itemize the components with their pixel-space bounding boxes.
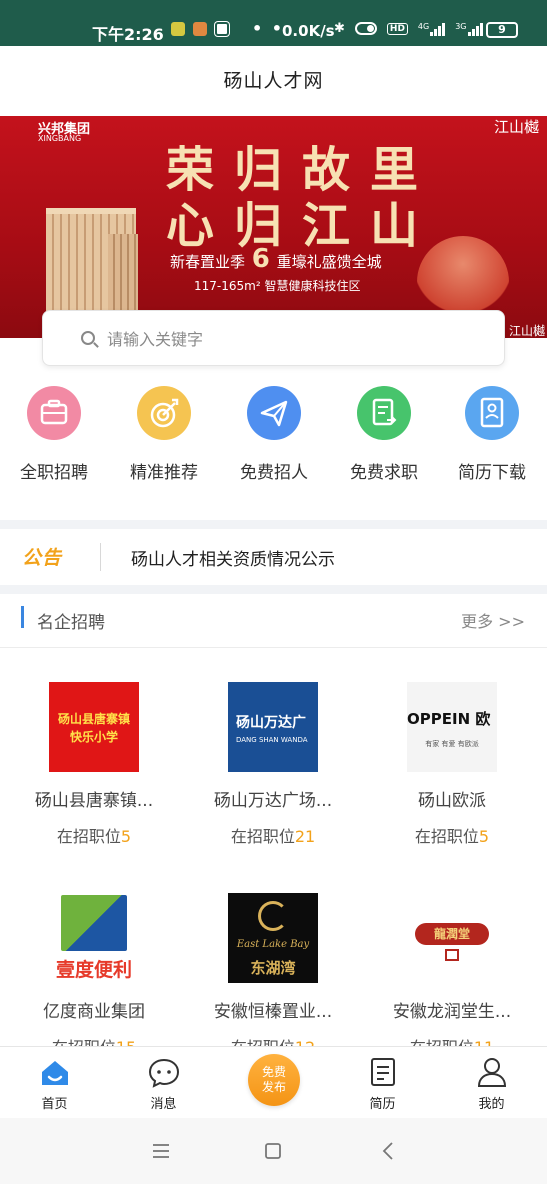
more-link[interactable]: 更多 >> bbox=[461, 608, 525, 632]
chat-bubble-icon bbox=[148, 1058, 179, 1088]
publish-button[interactable]: 免费 发布 bbox=[248, 1054, 300, 1106]
promo-banner[interactable]: 兴邦集团 XINGBANG 江山樾 荣归故里 心归江山 新春置业季 6 重壕礼盛… bbox=[0, 116, 547, 338]
company-jobs: 在招职位21 bbox=[230, 827, 316, 846]
tab-messages[interactable]: 消息 bbox=[109, 1047, 218, 1119]
banner-promo: 新春置业季 6 重壕礼盛馈全城 bbox=[170, 244, 382, 274]
status-notification-icons bbox=[171, 22, 229, 36]
company-name: 安徽龙润堂生... bbox=[392, 1002, 512, 1022]
tab-profile[interactable]: 我的 bbox=[437, 1047, 546, 1119]
document-edit-icon bbox=[357, 386, 411, 440]
tab-label: 简历 bbox=[369, 1097, 396, 1112]
app-header: 砀山人才网 bbox=[0, 46, 547, 116]
divider bbox=[100, 543, 101, 571]
paper-plane-icon bbox=[247, 386, 301, 440]
home-icon bbox=[41, 1061, 68, 1085]
company-jobs: 在招职位5 bbox=[414, 827, 490, 846]
section-accent-bar bbox=[21, 606, 24, 628]
company-name: 砀山欧派 bbox=[418, 791, 486, 811]
page-title: 砀山人才网 bbox=[223, 70, 324, 92]
company-card[interactable]: East Lake Bay 东湖湾 安徽恒榛置业... 在招职位12 bbox=[183, 893, 363, 1058]
status-bar: 下午2:26 • • 0.0K/s ✱ HD 4G 3G 9 bbox=[0, 0, 547, 46]
vibrate-icon bbox=[354, 22, 377, 35]
announcement-tag: 公告 bbox=[22, 547, 63, 569]
quick-nav-jobseek[interactable]: 免费求职 bbox=[334, 386, 434, 483]
quick-nav-label: 简历下载 bbox=[458, 463, 526, 483]
company-name: 安徽恒榛置业... bbox=[213, 1002, 333, 1022]
banner-brand-right: 江山樾 bbox=[493, 118, 539, 136]
quick-nav-label: 全职招聘 bbox=[20, 463, 88, 483]
quick-nav-fulltime[interactable]: 全职招聘 bbox=[4, 386, 104, 483]
company-card[interactable]: OPPEIN 欧 有家 有爱 有欧派 砀山欧派 在招职位5 bbox=[362, 682, 542, 847]
tab-label: 我的 bbox=[478, 1097, 505, 1112]
back-icon[interactable] bbox=[378, 1140, 400, 1162]
quick-nav: 全职招聘 精准推荐 免费招人 免费求职 简历下载 bbox=[0, 386, 547, 496]
target-icon bbox=[137, 386, 191, 440]
company-name: 砀山县唐寨镇... bbox=[34, 791, 154, 811]
divider bbox=[0, 520, 547, 529]
company-card[interactable]: 砀山县唐寨镇 快乐小学 砀山县唐寨镇... 在招职位5 bbox=[4, 682, 184, 847]
banner-promo-area: 117-165m² 智慧健康科技住区 bbox=[194, 279, 361, 293]
status-system-icons: ✱ HD 4G 3G bbox=[334, 21, 483, 36]
company-name: 砀山万达广场... bbox=[213, 791, 333, 811]
menu-icon[interactable] bbox=[150, 1140, 172, 1162]
announcement-bar[interactable]: 公告 砀山人才相关资质情况公示 bbox=[0, 529, 547, 585]
quick-nav-label: 免费求职 bbox=[350, 463, 418, 483]
quick-nav-label: 免费招人 bbox=[240, 463, 308, 483]
signal-3g-icon: 3G bbox=[455, 22, 483, 36]
tab-label: 首页 bbox=[41, 1097, 68, 1112]
company-name: 亿度商业集团 bbox=[43, 1002, 145, 1022]
signal-4g-icon: 4G bbox=[418, 22, 446, 36]
company-logo: 砀山万达广 DANG SHAN WANDA bbox=[228, 682, 318, 772]
company-card[interactable]: 砀山万达广 DANG SHAN WANDA 砀山万达广场... 在招职位21 bbox=[183, 682, 363, 847]
quick-nav-recommend[interactable]: 精准推荐 bbox=[114, 386, 214, 483]
search-bar[interactable] bbox=[42, 310, 505, 366]
quick-nav-label: 精准推荐 bbox=[130, 463, 198, 483]
hd-icon: HD bbox=[386, 22, 408, 35]
resume-doc-icon bbox=[370, 1058, 395, 1086]
company-card[interactable]: 壹度便利 亿度商业集团 在招职位15 bbox=[4, 893, 184, 1058]
quick-nav-hire[interactable]: 免费招人 bbox=[224, 386, 324, 483]
bluetooth-icon: ✱ bbox=[334, 21, 345, 36]
search-icon bbox=[81, 331, 95, 345]
banner-brand-en: XINGBANG bbox=[38, 134, 82, 143]
company-logo: 砀山县唐寨镇 快乐小学 bbox=[49, 682, 139, 772]
banner-brand-right: 江山樾 bbox=[508, 324, 545, 338]
status-time: 下午2:26 bbox=[92, 25, 164, 44]
section-header: 名企招聘 更多 >> bbox=[0, 594, 547, 648]
search-input[interactable] bbox=[107, 323, 487, 355]
home-square-icon[interactable] bbox=[262, 1140, 284, 1162]
company-logo: 壹度便利 bbox=[49, 893, 139, 983]
company-logo: OPPEIN 欧 有家 有爱 有欧派 bbox=[407, 682, 497, 772]
app-notification-icon bbox=[193, 22, 207, 36]
tab-label: 消息 bbox=[150, 1097, 177, 1112]
company-logo: 龍潤堂 bbox=[407, 893, 497, 983]
app-notification-icon bbox=[171, 22, 185, 36]
system-nav-bar bbox=[0, 1118, 547, 1184]
briefcase-icon bbox=[27, 386, 81, 440]
battery-icon: 9 bbox=[486, 22, 518, 38]
divider bbox=[0, 585, 547, 594]
company-jobs: 在招职位5 bbox=[56, 827, 132, 846]
company-logo: East Lake Bay 东湖湾 bbox=[228, 893, 318, 983]
company-card[interactable]: 龍潤堂 安徽龙润堂生... 在招职位11 bbox=[362, 893, 542, 1058]
tab-home[interactable]: 首页 bbox=[0, 1047, 109, 1119]
building-image bbox=[108, 234, 138, 312]
app-notification-icon bbox=[215, 22, 229, 36]
tab-resume[interactable]: 简历 bbox=[328, 1047, 437, 1119]
announcement-text[interactable]: 砀山人才相关资质情况公示 bbox=[131, 545, 335, 570]
quick-nav-resume-download[interactable]: 简历下载 bbox=[442, 386, 542, 483]
section-title: 名企招聘 bbox=[37, 613, 105, 633]
user-icon bbox=[477, 1058, 506, 1087]
network-speed: 0.0K/s bbox=[282, 22, 335, 40]
resume-icon bbox=[465, 386, 519, 440]
more-notifications-icon: • • bbox=[252, 19, 285, 38]
